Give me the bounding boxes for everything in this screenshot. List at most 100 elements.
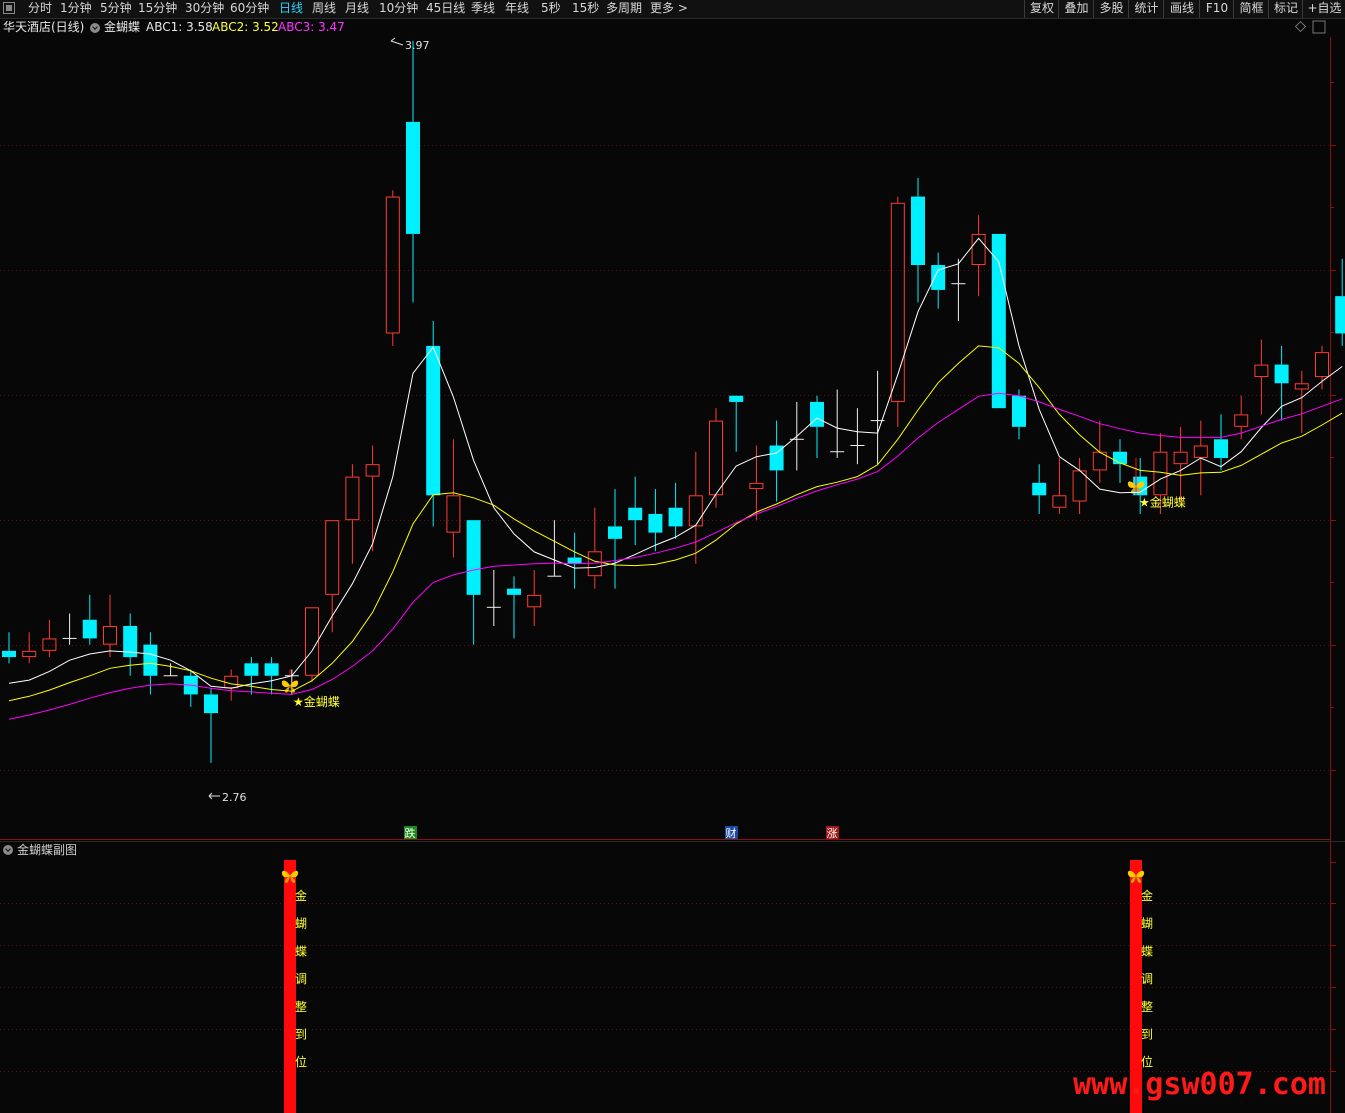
candle-body-down [911,196,925,266]
candle-body-down [729,395,744,402]
candle-36 [729,395,744,452]
sub-bar-char: 到 [1141,1028,1153,1042]
expand-icon[interactable] [1312,20,1326,34]
candle-48 [971,215,986,297]
signal-label: ★金蝴蝶 [1139,495,1186,510]
sub-bar-char: 蝴 [295,917,307,931]
sub-bar-char: 整 [1141,999,1153,1014]
sub-bar-char: 蝴 [1141,917,1153,931]
candle-body-up [688,495,703,527]
sub-chart-title: 金蝴蝶副图 [17,843,78,857]
candle-38 [769,420,784,502]
diamond-icon[interactable] [1294,20,1307,33]
candle-63 [1274,345,1289,421]
candle-body-up [1052,495,1067,508]
candle-body-down [82,619,97,639]
candle-body-up [385,196,400,334]
candle-body-up [527,594,542,608]
candle-3 [62,613,77,645]
candle-34 [688,451,703,564]
sub-bar-char: 蝶 [295,943,307,958]
sub-bar-char: 位 [295,1054,307,1069]
candle-41 [830,389,845,458]
candle-62 [1254,339,1269,415]
candle-2 [42,619,57,658]
candle-body-up [103,625,117,645]
candle-26 [527,569,542,626]
candle-1 [22,632,37,664]
candle-44 [890,196,905,427]
candle-body-up [1173,451,1188,465]
candle-51 [1032,464,1047,514]
candle-12 [244,657,259,695]
candle-body-up [709,420,723,496]
high-price-label: 3.97 [405,39,430,52]
candle-body-up [365,464,380,477]
candlestick-chart[interactable]: ★金蝴蝶★金蝴蝶3.972.76跌财涨金蝴蝶调整到位金蝴蝶调整到位www.gsw… [0,0,1345,1113]
candle-body-up [345,476,360,521]
candle-body-up [1254,364,1269,378]
candle-64 [1294,370,1309,434]
candle-33 [668,482,683,539]
candle-body-up [446,495,461,533]
candle-body-up [22,650,37,658]
wing [290,680,299,688]
event-marker-text: 财 [726,826,737,840]
candle-body-up [42,638,57,651]
candle-31 [628,476,643,546]
sub-bar-char: 调 [1141,972,1153,986]
chevron-down-icon[interactable] [3,845,13,855]
event-marker: 涨 [826,826,839,840]
candle-28 [567,532,582,589]
candle-body-down [608,526,622,539]
candle-60 [1214,414,1228,471]
candle-body-up [890,202,905,402]
candle-body-down [2,650,16,658]
sub-bar-char: 金 [1141,888,1153,903]
candle-27 [547,520,562,577]
candle-body-up [749,482,764,490]
low-arrow [208,792,220,800]
candle-body-down [991,233,1006,409]
candle-body-down [668,507,683,527]
candle-body-down [244,663,259,676]
candle-4 [82,594,97,645]
candle-body-down [1274,364,1289,384]
candle-19 [385,190,400,346]
candle-body-down [143,644,158,676]
candle-23 [466,520,481,645]
candle-body-up [1193,445,1208,458]
candle-body-down [204,694,218,714]
candle-10 [204,688,218,763]
candle-17 [345,464,360,564]
candle-47 [951,258,966,322]
candle-21 [426,321,441,527]
candle-18 [365,445,380,552]
candle-body-up [1234,414,1249,427]
candle-49 [991,233,1006,409]
candle-body-up [587,551,602,577]
event-marker: 财 [725,826,738,840]
sub-bar-char: 蝶 [1141,943,1153,958]
candle-32 [648,489,663,552]
candle-5 [103,594,117,658]
candle-53 [1072,457,1087,514]
candle-body-up [1153,451,1168,496]
candle-body-up [305,607,319,676]
candle-body-down [466,520,481,595]
candle-body-down [628,507,643,521]
candle-body-down [1113,451,1127,465]
candle-body-down [426,345,441,496]
candle-58 [1173,426,1188,502]
sub-bar-char: 到 [295,1028,307,1042]
candle-body-down [264,663,279,676]
event-marker-text: 涨 [827,827,838,840]
sub-bar-char: 整 [295,999,307,1014]
ma-line-abc3 [8,392,1343,720]
candle-55 [1113,439,1127,483]
wing [281,680,290,688]
watermark-text: www.gsw007.com [1073,1067,1326,1102]
candle-22 [446,439,461,558]
signal-label: ★金蝴蝶 [293,694,340,709]
candle-65 [1315,345,1329,390]
